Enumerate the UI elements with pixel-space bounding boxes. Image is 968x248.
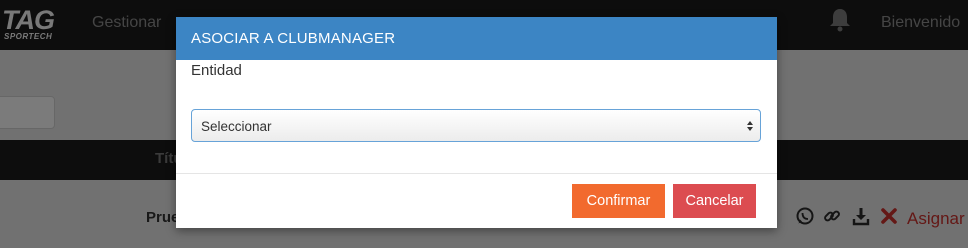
select-arrows-icon	[747, 121, 753, 131]
entity-select[interactable]: Seleccionar	[191, 109, 761, 142]
modal-header: ASOCIAR A CLUBMANAGER	[176, 17, 777, 60]
entity-select-value: Seleccionar	[201, 119, 272, 134]
modal-title: ASOCIAR A CLUBMANAGER	[191, 30, 396, 47]
confirm-button[interactable]: Confirmar	[572, 184, 665, 218]
associate-modal: ASOCIAR A CLUBMANAGER Entidad Selecciona…	[176, 17, 777, 228]
cancel-button[interactable]: Cancelar	[673, 184, 756, 218]
entity-field-label: Entidad	[191, 62, 242, 79]
